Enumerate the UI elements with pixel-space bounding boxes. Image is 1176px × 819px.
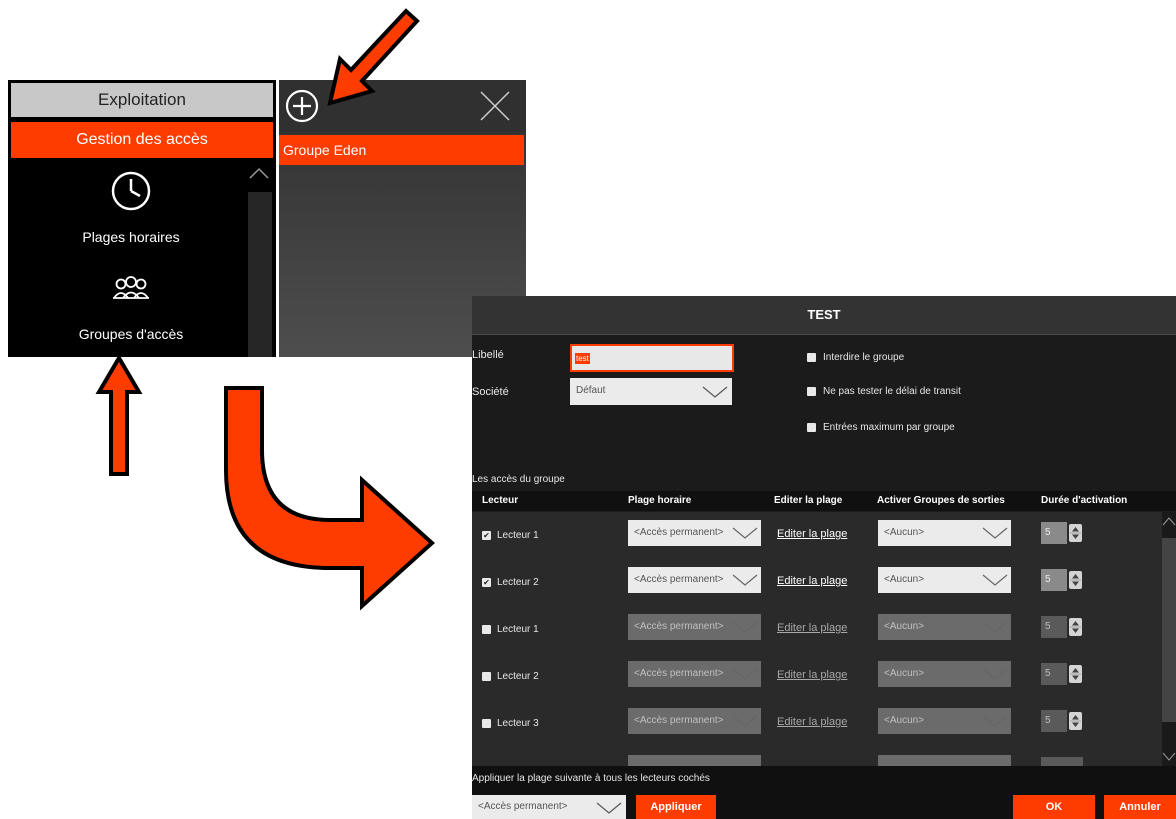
annotation-arrows bbox=[95, 8, 435, 611]
arrow-to-add-button bbox=[327, 8, 420, 106]
arrow-curve-to-dialog bbox=[224, 386, 435, 611]
arrow-up-to-groupes bbox=[95, 354, 143, 476]
